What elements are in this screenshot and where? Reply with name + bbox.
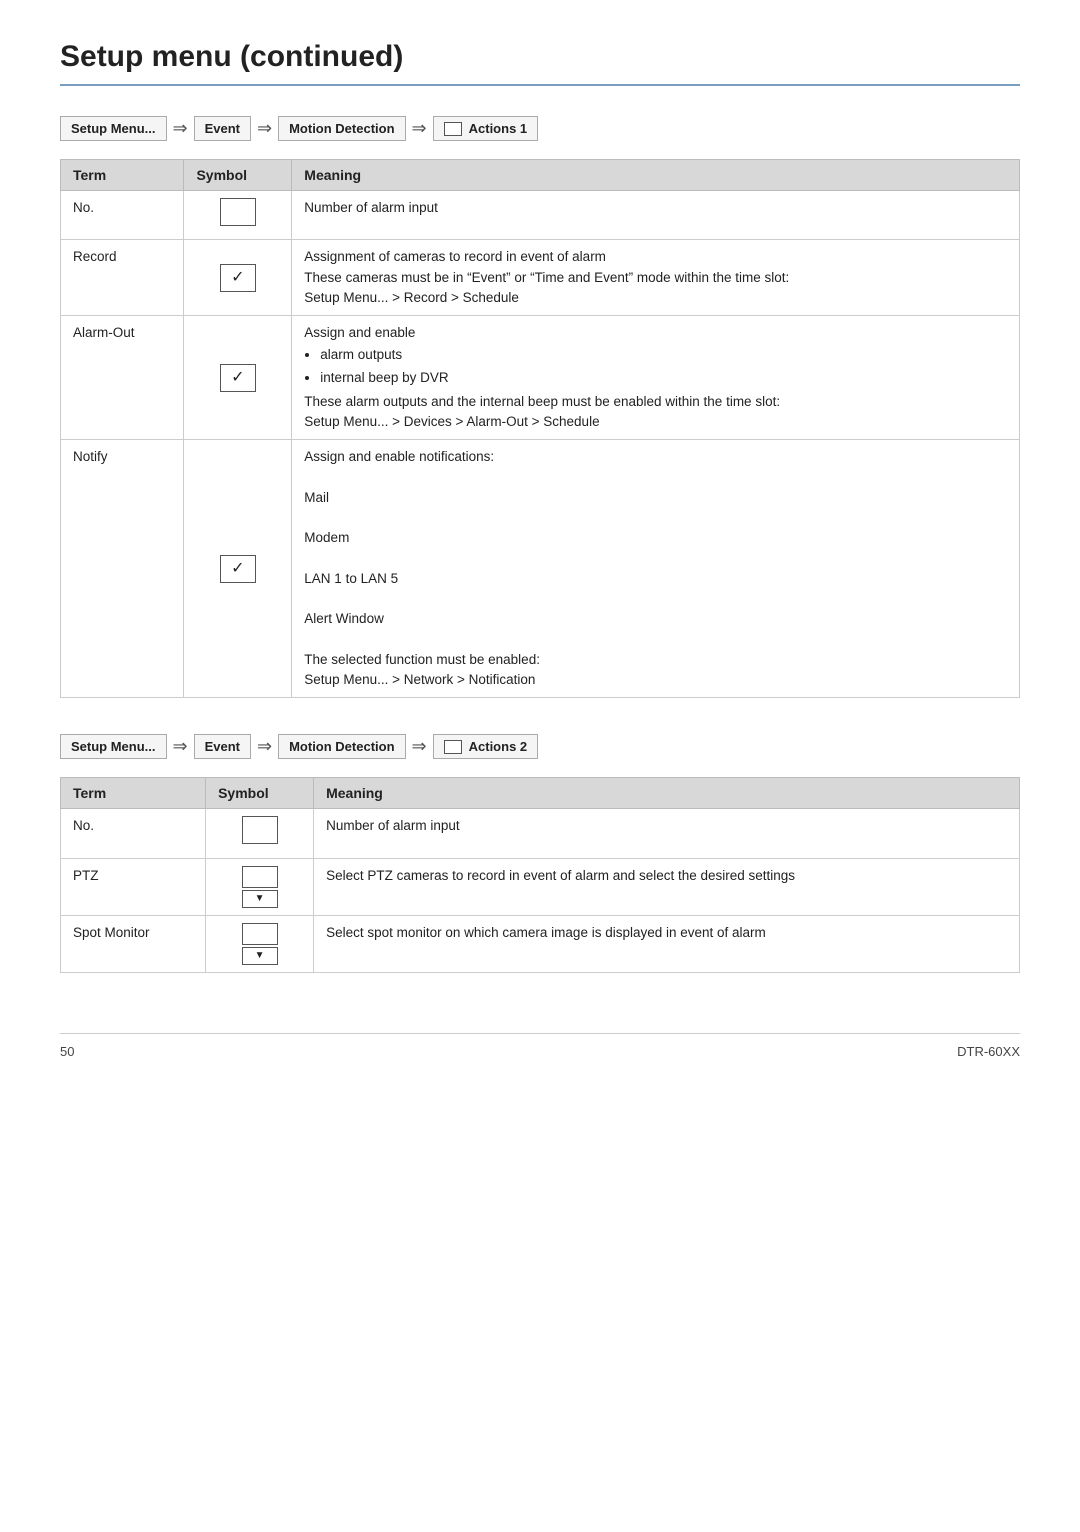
col-header-term-2: Term [61,778,206,809]
dropdown-box-bottom-spot: ▼ [242,947,278,965]
nav-motion-detection-1: Motion Detection [278,116,405,141]
symbol-no-2 [206,809,314,858]
table-row: No. Number of alarm input [61,191,1020,240]
checkmark-notify: ✓ [231,557,244,581]
term-spot-monitor: Spot Monitor [61,915,206,972]
nav-bar-section2: Setup Menu... ⇒ Event ⇒ Motion Detection… [60,734,1020,759]
nav-actions-1-label: Actions 1 [469,121,528,136]
table-row: No. Number of alarm input [61,809,1020,858]
symbol-alarm-out: ✓ [184,316,292,440]
term-no-2: No. [61,809,206,858]
footer-model: DTR-60XX [957,1044,1020,1059]
page-icon-1 [444,122,462,136]
term-no-1: No. [61,191,184,240]
symbol-dropdown-ptz: ▼ [218,866,301,908]
bullet-internal-beep: internal beep by DVR [320,368,1007,388]
symbol-box-alarm-out: ✓ [220,364,256,392]
alarm-out-bullets: alarm outputs internal beep by DVR [320,345,1007,388]
nav-actions-1: Actions 1 [433,116,539,141]
nav-arrow-2a: ⇒ [173,736,188,757]
nav-arrow-1b: ⇒ [257,118,272,139]
symbol-box-no-1 [220,198,256,226]
nav-actions-2-label: Actions 2 [469,739,528,754]
nav-bar-section1: Setup Menu... ⇒ Event ⇒ Motion Detection… [60,116,1020,141]
table-row: Record ✓ Assignment of cameras to record… [61,240,1020,316]
symbol-ptz: ▼ [206,858,314,915]
checkmark-record: ✓ [231,266,244,290]
table-row: Spot Monitor ▼ Select spot monitor on wh… [61,915,1020,972]
table-section2: Term Symbol Meaning No. Number of alarm … [60,777,1020,972]
dropdown-box-bottom-ptz: ▼ [242,890,278,908]
nav-event-1: Event [194,116,251,141]
footer-page-number: 50 [60,1044,74,1059]
table-row: PTZ ▼ Select PTZ cameras to record in ev… [61,858,1020,915]
nav-motion-detection-2: Motion Detection [278,734,405,759]
meaning-notify: Assign and enable notifications: Mail Mo… [292,440,1020,698]
term-alarm-out: Alarm-Out [61,316,184,440]
dropdown-box-top-ptz [242,866,278,888]
term-notify: Notify [61,440,184,698]
symbol-box-notify: ✓ [220,555,256,583]
meaning-no-2: Number of alarm input [314,809,1020,858]
nav-arrow-1a: ⇒ [173,118,188,139]
table-row: Notify ✓ Assign and enable notifications… [61,440,1020,698]
symbol-box-no-2 [242,816,278,844]
page-title: Setup menu (continued) [60,40,1020,86]
symbol-notify: ✓ [184,440,292,698]
checkmark-alarm-out: ✓ [231,366,244,390]
meaning-record: Assignment of cameras to record in event… [292,240,1020,316]
bullet-alarm-outputs: alarm outputs [320,345,1007,365]
col-header-meaning-1: Meaning [292,160,1020,191]
col-header-symbol-1: Symbol [184,160,292,191]
meaning-alarm-out: Assign and enable alarm outputs internal… [292,316,1020,440]
table-row: Alarm-Out ✓ Assign and enable alarm outp… [61,316,1020,440]
page-footer: 50 DTR-60XX [60,1033,1020,1059]
symbol-no-1 [184,191,292,240]
nav-arrow-2b: ⇒ [257,736,272,757]
term-record: Record [61,240,184,316]
nav-arrow-1c: ⇒ [412,118,427,139]
meaning-ptz: Select PTZ cameras to record in event of… [314,858,1020,915]
dropdown-box-top-spot [242,923,278,945]
nav-arrow-2c: ⇒ [412,736,427,757]
col-header-term-1: Term [61,160,184,191]
term-ptz: PTZ [61,858,206,915]
col-header-symbol-2: Symbol [206,778,314,809]
symbol-box-record: ✓ [220,264,256,292]
symbol-spot-monitor: ▼ [206,915,314,972]
symbol-dropdown-spot-monitor: ▼ [218,923,301,965]
meaning-spot-monitor: Select spot monitor on which camera imag… [314,915,1020,972]
nav-event-2: Event [194,734,251,759]
symbol-record: ✓ [184,240,292,316]
table-section1: Term Symbol Meaning No. Number of alarm … [60,159,1020,698]
page-icon-2 [444,740,462,754]
nav-setup-menu-2: Setup Menu... [60,734,167,759]
col-header-meaning-2: Meaning [314,778,1020,809]
nav-actions-2: Actions 2 [433,734,539,759]
nav-setup-menu-1: Setup Menu... [60,116,167,141]
meaning-no-1: Number of alarm input [292,191,1020,240]
